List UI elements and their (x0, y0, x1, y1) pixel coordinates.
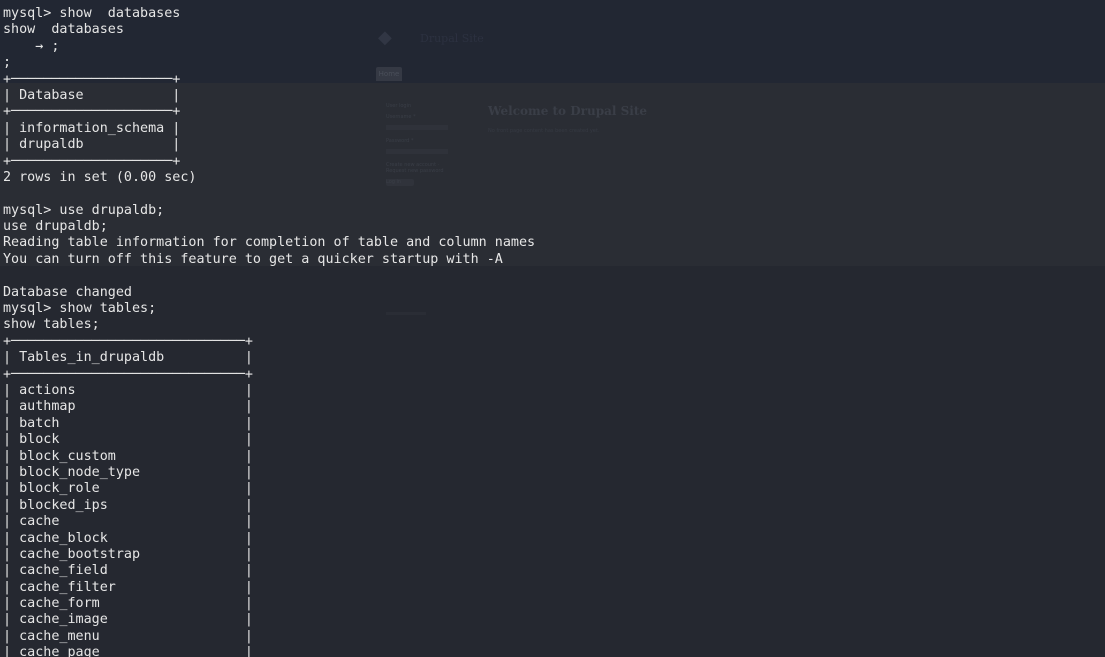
terminal-line: | blocked_ips | (3, 497, 253, 513)
terminal-line: | cache_page | (3, 645, 253, 657)
terminal-line: | block_role | (3, 481, 253, 497)
terminal-line: mysql> use drupaldb; (3, 202, 165, 218)
terminal-line: | cache_bootstrap | (3, 546, 253, 562)
terminal-line: You can turn off this feature to get a q… (3, 251, 503, 267)
terminal-line: | batch | (3, 415, 253, 431)
terminal-line: | actions | (3, 382, 253, 398)
terminal-line: mysql> show databases (3, 6, 181, 21)
terminal-line: | Database | (3, 87, 181, 103)
terminal-line: | cache_menu | (3, 628, 253, 644)
terminal-line: | cache | (3, 514, 253, 530)
screen: ◆ Drupal Site Home User login Username *… (0, 0, 1105, 657)
terminal-line: | block | (3, 432, 253, 448)
terminal-line: 2 rows in set (0.00 sec) (3, 169, 197, 185)
terminal-line: show databases (3, 22, 124, 38)
terminal-line: | authmap | (3, 399, 253, 415)
terminal-line: | cache_filter | (3, 579, 253, 595)
terminal-line: +────────────────────+ (3, 153, 181, 169)
terminal-output[interactable]: mysql> show databases show databases → ;;… (3, 6, 535, 657)
terminal-line: show tables; (3, 317, 100, 333)
terminal-line: | drupaldb | (3, 137, 181, 153)
terminal-line: | information_schema | (3, 120, 181, 136)
terminal-line: use drupaldb; (3, 219, 108, 235)
terminal-line: | block_node_type | (3, 464, 253, 480)
terminal-line: | cache_field | (3, 563, 253, 579)
terminal-line: Database changed (3, 284, 132, 300)
terminal-line: → ; (3, 38, 60, 54)
terminal-line: +─────────────────────────────+ (3, 333, 253, 349)
terminal-line: | cache_form | (3, 596, 253, 612)
terminal-line: ; (3, 55, 12, 71)
terminal-line: | cache_block | (3, 530, 253, 546)
terminal-line: +────────────────────+ (3, 71, 181, 87)
terminal-line: | cache_image | (3, 612, 253, 628)
terminal-line: mysql> show tables; (3, 301, 157, 317)
terminal-line: +─────────────────────────────+ (3, 366, 253, 382)
terminal-line: | block_custom | (3, 448, 253, 464)
terminal-line: +────────────────────+ (3, 104, 181, 120)
terminal-line: | Tables_in_drupaldb | (3, 350, 253, 366)
terminal-line: Reading table information for completion… (3, 235, 536, 251)
